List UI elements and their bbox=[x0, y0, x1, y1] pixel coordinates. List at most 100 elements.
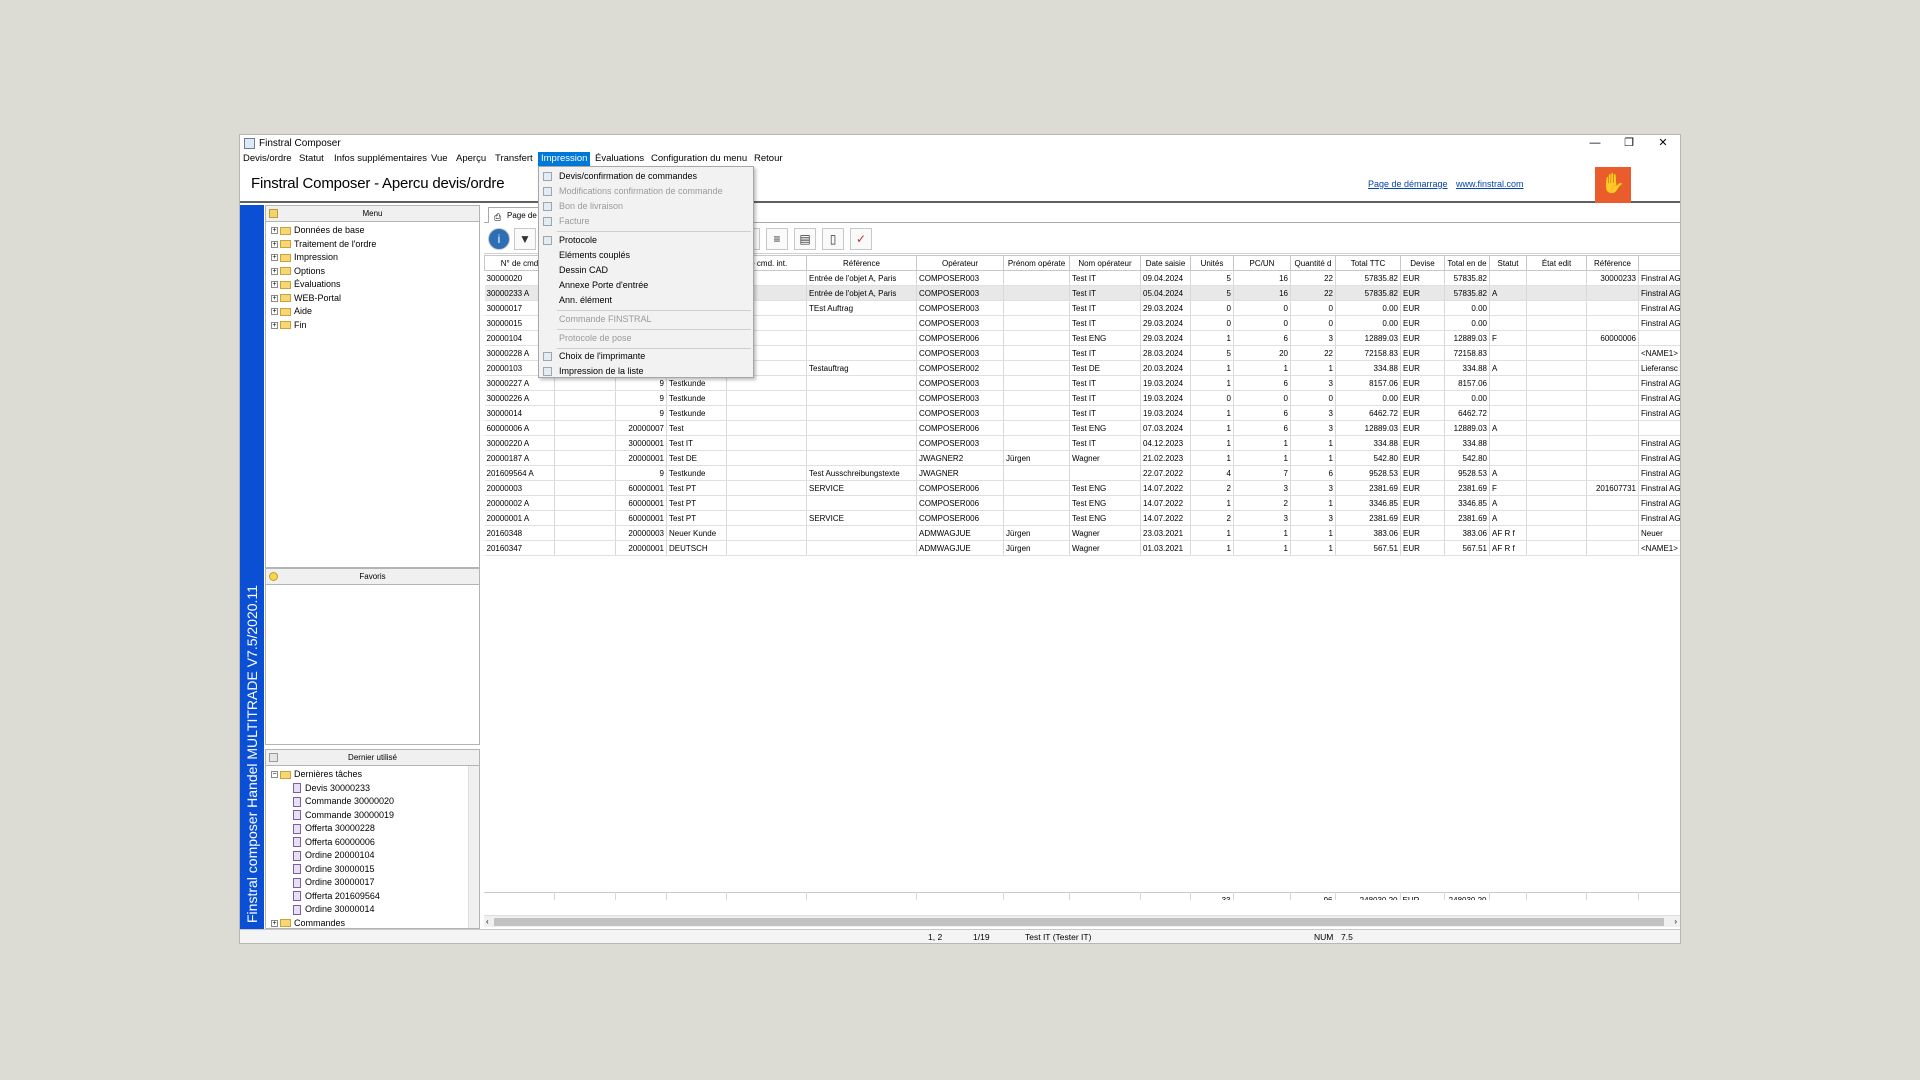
table-cell[interactable]: 22 bbox=[1290, 285, 1336, 301]
table-cell[interactable]: Testauftrag bbox=[806, 360, 917, 376]
table-cell[interactable]: EUR bbox=[1400, 525, 1445, 541]
scroll-left-icon[interactable]: ‹ bbox=[486, 916, 489, 928]
table-cell[interactable]: 4 bbox=[1190, 465, 1234, 481]
table-cell[interactable]: SERVICE bbox=[806, 510, 917, 526]
table-cell[interactable]: 1 bbox=[1190, 375, 1234, 391]
table-cell[interactable]: 6462.72 bbox=[1444, 405, 1490, 421]
table-cell[interactable]: 2381.69 bbox=[1335, 480, 1401, 496]
table-cell[interactable] bbox=[1489, 405, 1527, 421]
table-cell[interactable]: 3 bbox=[1290, 420, 1336, 436]
table-cell[interactable] bbox=[726, 465, 807, 481]
table-cell[interactable] bbox=[1526, 300, 1587, 316]
table-cell[interactable] bbox=[1586, 300, 1639, 316]
table-cell[interactable]: F bbox=[1489, 330, 1527, 346]
table-cell[interactable]: 5 bbox=[1190, 345, 1234, 361]
table-cell[interactable] bbox=[806, 450, 917, 466]
table-cell[interactable]: COMPOSER003 bbox=[916, 435, 1004, 451]
table-cell[interactable]: A bbox=[1489, 285, 1527, 301]
table-cell[interactable]: Finstral AG bbox=[1638, 465, 1680, 481]
table-cell[interactable] bbox=[726, 540, 807, 556]
table-cell[interactable] bbox=[1526, 345, 1587, 361]
table-cell[interactable]: 01.03.2021 bbox=[1140, 540, 1191, 556]
table-cell[interactable]: COMPOSER003 bbox=[916, 345, 1004, 361]
table-cell[interactable]: A bbox=[1489, 510, 1527, 526]
collapse-icon[interactable]: − bbox=[271, 771, 278, 779]
table-cell[interactable]: Test IT bbox=[1069, 285, 1141, 301]
table-cell[interactable]: 1 bbox=[1290, 495, 1336, 511]
table-cell[interactable] bbox=[1638, 330, 1680, 346]
table-cell[interactable] bbox=[806, 525, 917, 541]
table-cell[interactable]: 05.04.2024 bbox=[1140, 285, 1191, 301]
table-row[interactable]: 20160348 20000003 Neuer Kunde ADMWAGJUE Jürg… bbox=[484, 525, 1680, 541]
table-cell[interactable] bbox=[806, 420, 917, 436]
table-cell[interactable]: Test DE bbox=[666, 450, 727, 466]
table-cell[interactable]: AF R f bbox=[1489, 525, 1527, 541]
menu-apercu[interactable]: Aperçu bbox=[453, 152, 489, 166]
table-cell[interactable]: Test IT bbox=[1069, 435, 1141, 451]
column-header[interactable]: Devise bbox=[1400, 255, 1445, 271]
recent-root[interactable]: − Dernières tâches bbox=[271, 768, 479, 782]
table-cell[interactable]: 3346.85 bbox=[1444, 495, 1490, 511]
table-cell[interactable]: TEst Auftrag bbox=[806, 300, 917, 316]
start-page-link[interactable]: Page de démarrage bbox=[1368, 179, 1448, 189]
table-cell[interactable]: 29.03.2024 bbox=[1140, 330, 1191, 346]
table-cell[interactable]: 30000001 bbox=[615, 435, 667, 451]
table-cell[interactable]: Finstral AG bbox=[1638, 495, 1680, 511]
table-cell[interactable] bbox=[726, 495, 807, 511]
table-cell[interactable]: <NAME1> bbox=[1638, 345, 1680, 361]
table-cell[interactable] bbox=[1526, 360, 1587, 376]
table-cell[interactable]: Wagner bbox=[1069, 540, 1141, 556]
table-cell[interactable] bbox=[1003, 300, 1070, 316]
table-cell[interactable]: Test DE bbox=[1069, 360, 1141, 376]
table-cell[interactable]: 30000014 bbox=[484, 405, 555, 421]
table-cell[interactable]: 3 bbox=[1233, 510, 1291, 526]
table-cell[interactable]: COMPOSER003 bbox=[916, 270, 1004, 286]
table-cell[interactable] bbox=[806, 435, 917, 451]
table-cell[interactable]: 1 bbox=[1233, 360, 1291, 376]
table-cell[interactable] bbox=[806, 375, 917, 391]
table-row[interactable]: 20000001 A 60000001 Test PT SERVICE COMPOSER… bbox=[484, 510, 1680, 526]
table-cell[interactable]: 19.03.2024 bbox=[1140, 405, 1191, 421]
table-cell[interactable]: A bbox=[1489, 495, 1527, 511]
recent-item[interactable]: Ordine 20000104 bbox=[271, 849, 479, 863]
column-header[interactable] bbox=[1638, 255, 1680, 271]
table-cell[interactable]: Testkunde bbox=[666, 390, 727, 406]
table-cell[interactable]: COMPOSER006 bbox=[916, 510, 1004, 526]
table-cell[interactable]: 9528.53 bbox=[1444, 465, 1490, 481]
table-cell[interactable]: 3 bbox=[1290, 330, 1336, 346]
table-cell[interactable]: 60000001 bbox=[615, 510, 667, 526]
table-cell[interactable]: Lieferansc bbox=[1638, 360, 1680, 376]
table-cell[interactable]: 22 bbox=[1290, 270, 1336, 286]
table-cell[interactable] bbox=[1586, 435, 1639, 451]
table-cell[interactable]: EUR bbox=[1400, 480, 1445, 496]
minimize-button[interactable]: — bbox=[1578, 135, 1612, 152]
table-cell[interactable]: 8157.06 bbox=[1335, 375, 1401, 391]
table-cell[interactable] bbox=[1003, 465, 1070, 481]
table-cell[interactable]: Finstral AG bbox=[1638, 315, 1680, 331]
table-cell[interactable] bbox=[554, 510, 616, 526]
column-header[interactable]: Référence bbox=[1586, 255, 1639, 271]
table-cell[interactable]: 2 bbox=[1190, 480, 1234, 496]
expand-icon[interactable]: + bbox=[271, 227, 278, 235]
table-row[interactable]: 20000187 A 20000001 Test DE JWAGNER2 Jürgen W… bbox=[484, 450, 1680, 466]
table-cell[interactable] bbox=[726, 390, 807, 406]
table-cell[interactable]: Test bbox=[666, 420, 727, 436]
table-cell[interactable]: 60000006 A bbox=[484, 420, 555, 436]
table-cell[interactable]: 0 bbox=[1233, 390, 1291, 406]
recent-item[interactable]: Offerta 201609564 bbox=[271, 890, 479, 904]
table-cell[interactable]: Finstral AG bbox=[1638, 435, 1680, 451]
table-cell[interactable]: 0.00 bbox=[1444, 390, 1490, 406]
table-cell[interactable]: 3 bbox=[1290, 405, 1336, 421]
recent-item[interactable]: Offerta 30000228 bbox=[271, 822, 479, 836]
table-cell[interactable]: 29.03.2024 bbox=[1140, 315, 1191, 331]
menu-statut[interactable]: Statut bbox=[296, 152, 327, 166]
table-cell[interactable]: EUR bbox=[1400, 315, 1445, 331]
table-cell[interactable]: Test ENG bbox=[1069, 480, 1141, 496]
table-cell[interactable]: 72158.83 bbox=[1335, 345, 1401, 361]
table-cell[interactable]: F bbox=[1489, 480, 1527, 496]
table-cell[interactable] bbox=[1526, 495, 1587, 511]
table-cell[interactable] bbox=[1526, 315, 1587, 331]
table-cell[interactable]: 2381.69 bbox=[1444, 510, 1490, 526]
table-cell[interactable]: 12889.03 bbox=[1444, 330, 1490, 346]
table-cell[interactable] bbox=[1003, 435, 1070, 451]
